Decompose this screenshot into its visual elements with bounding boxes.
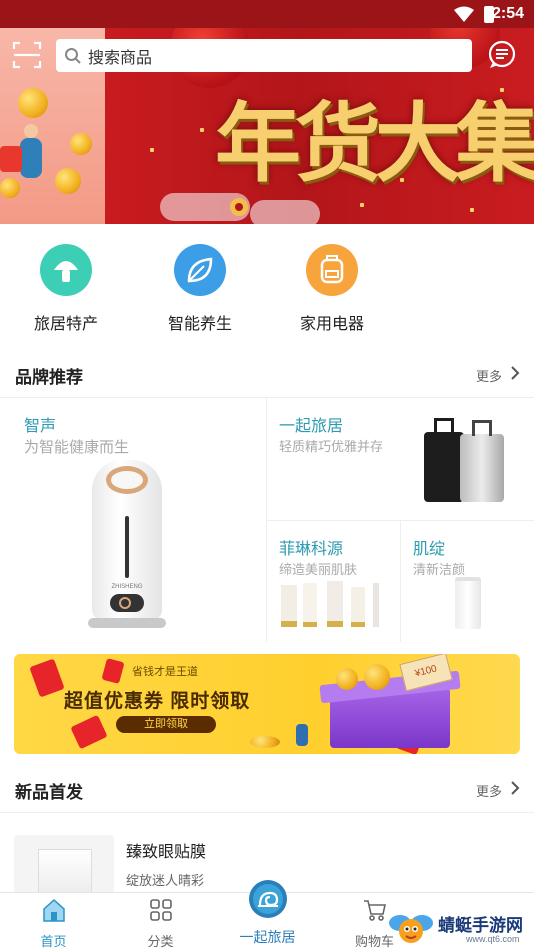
section-title: 品牌推荐 — [15, 368, 83, 387]
search-icon — [65, 47, 81, 64]
person-figure — [296, 724, 308, 746]
chevron-right-icon[interactable] — [510, 365, 520, 381]
red-envelope-icon — [29, 658, 65, 698]
watermark-url: www.qt6.com — [466, 934, 520, 944]
red-envelope-icon — [101, 658, 125, 684]
person-head — [24, 124, 38, 138]
cleanser-jar-image — [455, 577, 481, 629]
category-label: 家用电器 — [299, 316, 364, 333]
nav-category[interactable]: 分类 — [107, 897, 214, 949]
category-item-appliances[interactable]: 家用电器 — [277, 244, 387, 334]
red-envelope-icon — [0, 146, 22, 172]
site-watermark: 蜻蜓手游网 www.qt6.com — [388, 907, 534, 949]
mushroom-icon — [40, 244, 92, 296]
cloud-decoration — [250, 200, 320, 224]
coin-knot-icon — [230, 198, 248, 216]
skincare-bottles-image — [281, 581, 391, 631]
brand-name: 一起旅居 — [279, 418, 344, 435]
brand-slogan: 为智能健康而生 — [24, 439, 130, 456]
brand-slogan: 清新洁颜 — [413, 562, 466, 577]
grid-icon — [149, 899, 172, 921]
person-figure — [20, 138, 42, 178]
chevron-right-icon[interactable] — [510, 780, 520, 796]
category-label: 智能养生 — [167, 316, 232, 333]
brand-grid: 智声 为智能健康而生 ZHISHENG 一起旅居 轻质精巧优雅并存 菲琳科源 缔… — [0, 397, 534, 643]
cart-icon — [363, 900, 386, 921]
watermark-text: 蜻蜓手游网 — [438, 916, 523, 935]
claim-coupon-button[interactable]: 立即领取 — [116, 716, 216, 733]
snail-logo-icon — [248, 880, 287, 918]
new-section-header: 新品首发 更多 — [0, 766, 534, 812]
brand-card-jizhan[interactable]: 肌绽 清新洁颜 — [401, 521, 534, 643]
brand-name: 肌绽 — [413, 541, 446, 558]
product-name: 臻致眼贴膜 — [126, 844, 207, 861]
humidifier-brand: ZHISHENG — [111, 584, 143, 590]
nav-label: 一起旅居 — [239, 929, 296, 945]
product-desc: 绽放迷人晴彩 — [126, 873, 205, 888]
coin-icon — [55, 168, 81, 194]
category-row: 旅居特产 智能养生 家用电器 — [0, 224, 534, 352]
nav-label: 分类 — [147, 934, 174, 949]
more-link[interactable]: 更多 — [476, 366, 502, 385]
coin-icon — [70, 133, 92, 155]
category-item-specialty[interactable]: 旅居特产 — [11, 244, 121, 334]
nav-home[interactable]: 首页 — [0, 897, 107, 949]
brand-section-header: 品牌推荐 更多 — [0, 351, 534, 397]
status-time: 2:54 — [491, 5, 524, 22]
coin-icon — [364, 664, 390, 690]
coin-icon — [0, 178, 20, 198]
coin-icon — [18, 88, 48, 118]
humidifier-image: ZHISHENG — [88, 460, 166, 630]
red-envelope-icon — [70, 714, 108, 750]
brand-name: 菲琳科源 — [279, 541, 344, 558]
brand-card-zhisheng[interactable]: 智声 为智能健康而生 ZHISHENG — [0, 398, 266, 643]
coupon-banner[interactable]: 省钱才是王道 超值优惠券 限时领取 立即领取 ¥100 — [14, 654, 520, 754]
nav-yiqilvju[interactable]: 一起旅居 — [214, 880, 321, 947]
brand-slogan: 轻质精巧优雅并存 — [279, 439, 384, 454]
more-link[interactable]: 更多 — [476, 781, 502, 800]
nav-label: 首页 — [40, 934, 67, 949]
home-icon — [42, 898, 65, 922]
banner-headline: 年货大集 — [215, 93, 534, 194]
coupon-tagline: 省钱才是王道 — [132, 666, 198, 678]
message-icon[interactable] — [487, 40, 517, 70]
search-placeholder: 搜索商品 — [88, 49, 153, 67]
backpack-icon — [306, 244, 358, 296]
scan-icon[interactable] — [12, 40, 42, 70]
coupon-banner-wrap: 省钱才是王道 超值优惠券 限时领取 立即领取 ¥100 — [0, 642, 534, 766]
brand-name: 智声 — [24, 418, 57, 435]
coin-icon — [250, 736, 280, 748]
category-item-health[interactable]: 智能养生 — [145, 244, 255, 334]
suitcase-image — [422, 416, 512, 506]
status-bar: 2:54 — [0, 0, 534, 28]
brand-card-yiqilvju[interactable]: 一起旅居 轻质精巧优雅并存 — [267, 398, 534, 520]
coin-icon — [336, 668, 358, 690]
search-input[interactable]: 搜索商品 — [56, 39, 472, 72]
leaf-icon — [174, 244, 226, 296]
category-label: 旅居特产 — [33, 316, 98, 333]
dragonfly-logo-icon — [389, 915, 433, 943]
wifi-icon — [454, 6, 474, 22]
brand-slogan: 缔造美丽肌肤 — [279, 562, 358, 577]
brand-card-feilinkeyuan[interactable]: 菲琳科源 缔造美丽肌肤 — [267, 521, 400, 643]
section-title: 新品首发 — [15, 783, 83, 802]
coupon-headline: 超值优惠券 限时领取 — [64, 691, 251, 712]
